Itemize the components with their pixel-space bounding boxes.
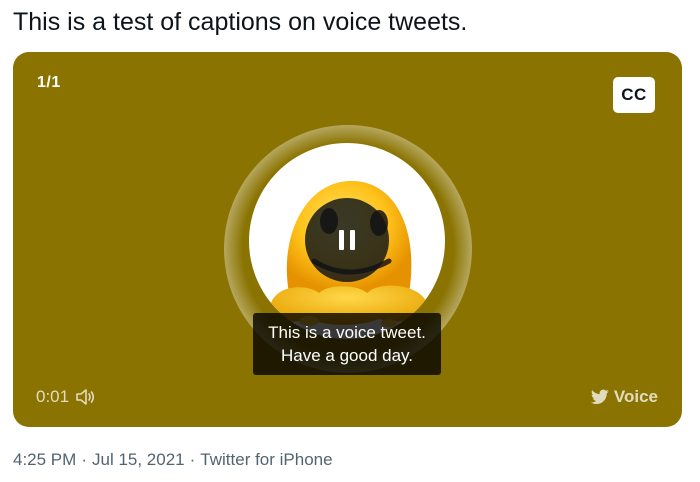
playback-time: 0:01 xyxy=(36,387,95,407)
pause-button[interactable] xyxy=(305,198,389,282)
elapsed-time: 0:01 xyxy=(36,387,70,406)
tweet-source-link[interactable]: Twitter for iPhone xyxy=(200,450,332,469)
caption-line-2: Have a good day. xyxy=(281,346,413,365)
caption-overlay: This is a voice tweet. Have a good day. xyxy=(253,313,441,375)
pause-icon xyxy=(339,230,355,250)
tweet-metadata: 4:25 PM · Jul 15, 2021 · Twitter for iPhone xyxy=(13,449,333,471)
separator: · xyxy=(81,450,87,469)
voice-tweet-player[interactable]: 1/1 CC This is a voice tweet. Have a goo… xyxy=(13,52,682,427)
caption-line-1: This is a voice tweet. xyxy=(268,323,426,342)
twitter-bird-icon xyxy=(590,389,609,405)
tweet-time-link[interactable]: 4:25 PM xyxy=(13,450,76,469)
tweet-date-link[interactable]: Jul 15, 2021 xyxy=(92,450,185,469)
voice-badge: Voice xyxy=(590,387,658,407)
voice-label: Voice xyxy=(613,387,658,406)
media-counter: 1/1 xyxy=(37,74,61,91)
separator: · xyxy=(189,450,196,469)
speaker-icon[interactable] xyxy=(75,388,95,406)
captions-toggle-button[interactable]: CC xyxy=(613,77,655,113)
tweet-text: This is a test of captions on voice twee… xyxy=(13,8,468,36)
